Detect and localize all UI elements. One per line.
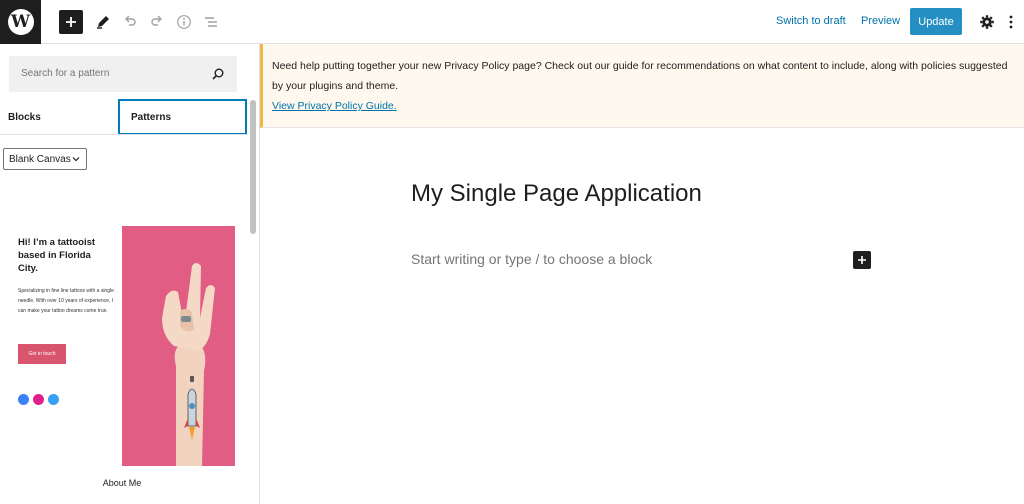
- wordpress-logo[interactable]: W: [0, 0, 41, 44]
- undo-button[interactable]: [118, 10, 142, 34]
- settings-button[interactable]: [975, 10, 999, 34]
- pattern-photo: [122, 226, 235, 466]
- undo-icon: [125, 15, 136, 26]
- search-placeholder: Search for a pattern: [21, 68, 110, 79]
- details-button[interactable]: [172, 10, 196, 34]
- pattern-category-select[interactable]: Blank Canvas: [3, 148, 87, 170]
- redo-button[interactable]: [145, 10, 169, 34]
- privacy-policy-guide-link[interactable]: View Privacy Policy Guide.: [272, 100, 397, 112]
- plus-icon: [858, 256, 866, 264]
- update-button[interactable]: Update: [910, 8, 962, 35]
- notice-text: Need help putting together your new Priv…: [272, 60, 1008, 92]
- editor-header: W Switch to draft Preview Update: [0, 0, 1024, 44]
- pattern-title: About Me: [102, 478, 142, 488]
- pattern-search-input[interactable]: Search for a pattern: [9, 56, 237, 92]
- inserter-panel: Search for a pattern Blocks Patterns Bla…: [0, 44, 260, 504]
- pattern-preview[interactable]: Hi! I’m a tattooist based in Florida Cit…: [0, 226, 248, 470]
- rock-hand-illustration: [162, 263, 215, 466]
- add-block-button[interactable]: [59, 10, 83, 34]
- instagram-icon: [33, 394, 44, 405]
- category-selected-label: Blank Canvas: [9, 153, 71, 165]
- options-button[interactable]: [1003, 10, 1019, 34]
- pattern-get-in-touch-button: Get in touch: [18, 344, 66, 364]
- privacy-policy-notice: Need help putting together your new Priv…: [260, 44, 1024, 128]
- gear-icon: [980, 15, 994, 29]
- pencil-icon: [97, 16, 109, 29]
- chevron-down-icon: [72, 157, 80, 162]
- tabs-divider: [0, 134, 248, 135]
- list-view-button[interactable]: [199, 10, 223, 34]
- tab-blocks[interactable]: Blocks: [8, 100, 108, 134]
- redo-icon: [151, 15, 162, 26]
- preview-button[interactable]: Preview: [861, 15, 900, 27]
- plus-icon: [66, 17, 76, 27]
- tab-patterns[interactable]: Patterns: [118, 99, 247, 135]
- search-icon: [212, 68, 224, 80]
- wordpress-icon: W: [7, 9, 34, 35]
- block-inserter-button[interactable]: [853, 251, 871, 269]
- block-placeholder[interactable]: Start writing or type / to choose a bloc…: [411, 251, 652, 267]
- facebook-icon: [18, 394, 29, 405]
- pattern-heading: Hi! I’m a tattooist based in Florida Cit…: [18, 237, 96, 274]
- pattern-body-text: Specializing in fine line tattoos with a…: [18, 288, 114, 314]
- switch-to-draft-button[interactable]: Switch to draft: [776, 15, 846, 27]
- twitter-icon: [48, 394, 59, 405]
- info-icon: [177, 15, 191, 29]
- page-title[interactable]: My Single Page Application: [411, 180, 702, 208]
- more-vertical-icon: [1009, 15, 1013, 29]
- sidebar-scrollbar[interactable]: [250, 100, 256, 234]
- list-view-icon: [205, 17, 217, 27]
- tools-button[interactable]: [91, 10, 115, 34]
